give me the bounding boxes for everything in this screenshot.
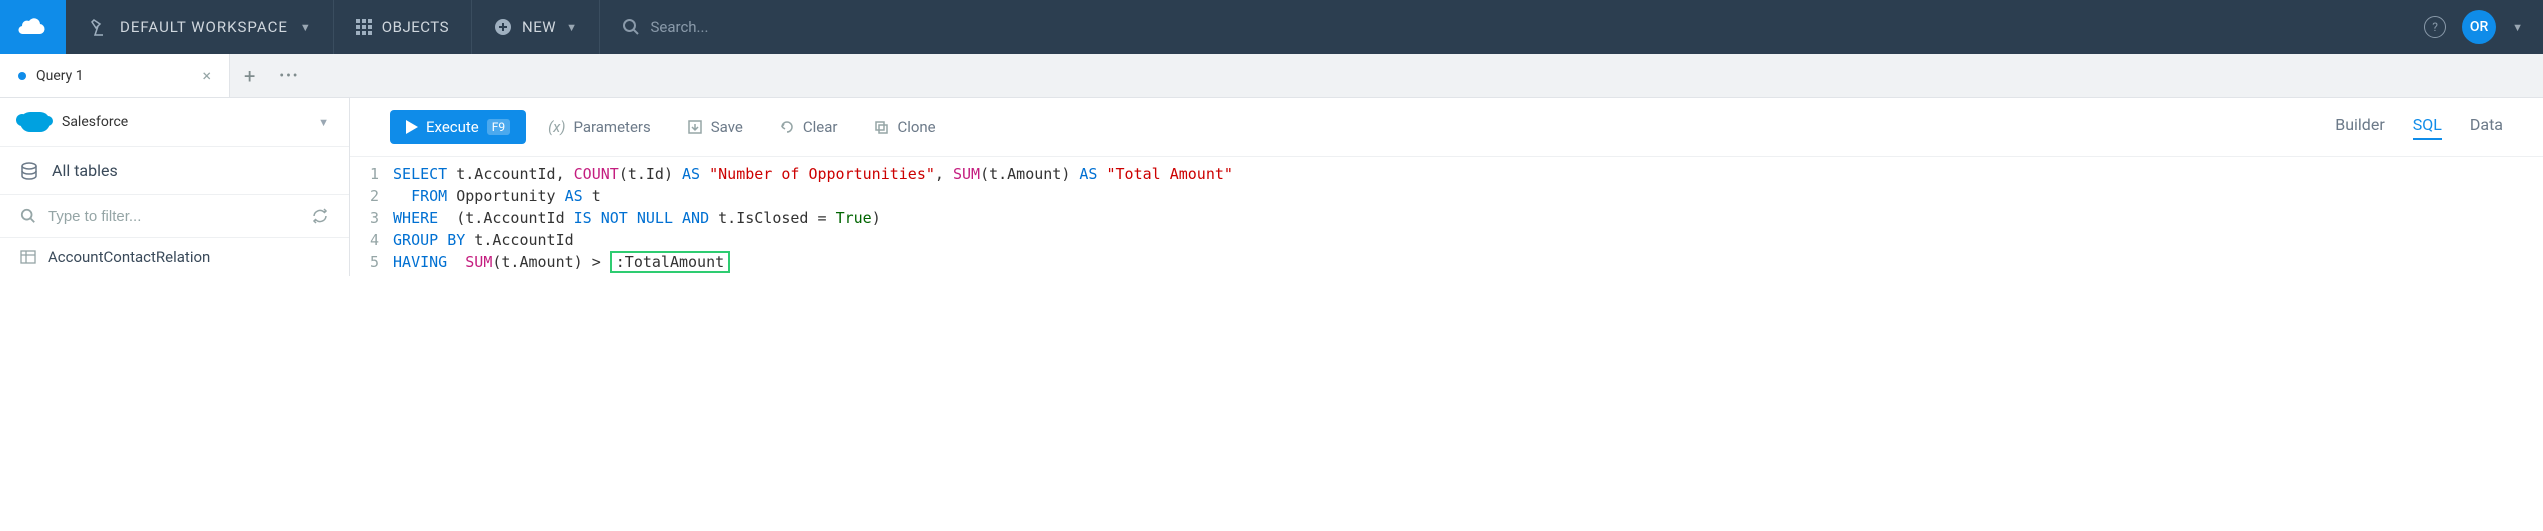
tab-label: Query 1 (36, 68, 84, 84)
table-item[interactable]: AccountContactRelation (0, 238, 349, 276)
content-area: Execute F9 (x) Parameters Save Clear (350, 98, 2543, 276)
refresh-icon[interactable] (311, 207, 329, 225)
sidebar: Salesforce ▼ All tables (0, 98, 350, 276)
table-icon (20, 249, 36, 265)
save-icon (687, 119, 703, 135)
sql-editor[interactable]: 1 2 3 4 5 SELECT t.AccountId, COUNT(t.Id… (350, 157, 2543, 273)
plus-circle-icon (494, 18, 512, 36)
dirty-indicator-icon (18, 72, 26, 80)
query-tab[interactable]: Query 1 × (0, 54, 230, 97)
line-gutter: 1 2 3 4 5 (350, 163, 393, 273)
clone-icon (873, 119, 889, 135)
chevron-down-icon: ▼ (318, 116, 329, 129)
lamp-icon (88, 17, 108, 37)
salesforce-icon (20, 112, 50, 132)
filter-row (0, 195, 349, 238)
workspace-label: DEFAULT WORKSPACE (120, 18, 288, 36)
chevron-down-icon[interactable]: ▼ (2512, 21, 2523, 34)
execute-label: Execute (426, 118, 479, 136)
search-placeholder: Search... (650, 18, 708, 36)
user-avatar[interactable]: OR (2462, 10, 2496, 44)
top-navbar: DEFAULT WORKSPACE ▼ OBJECTS NEW ▼ Search… (0, 0, 2543, 54)
query-toolbar: Execute F9 (x) Parameters Save Clear (350, 98, 2543, 157)
query-parameter[interactable]: :TotalAmount (610, 251, 730, 273)
help-button[interactable]: ? (2424, 16, 2446, 38)
search-icon (622, 18, 640, 36)
connection-label: Salesforce (62, 114, 128, 130)
tab-bar: Query 1 × + ••• (0, 54, 2543, 98)
grid-icon (356, 19, 372, 35)
connection-selector[interactable]: Salesforce ▼ (0, 98, 349, 147)
new-button[interactable]: NEW ▼ (472, 0, 600, 54)
mode-data[interactable]: Data (2470, 115, 2503, 140)
tab-more-button[interactable]: ••• (269, 68, 309, 84)
mode-builder[interactable]: Builder (2335, 115, 2385, 140)
save-button[interactable]: Save (673, 110, 757, 144)
app-logo[interactable] (0, 0, 66, 54)
clear-button[interactable]: Clear (765, 110, 852, 144)
table-label: AccountContactRelation (48, 248, 210, 266)
database-icon (20, 162, 38, 180)
add-tab-button[interactable]: + (230, 64, 269, 88)
close-tab-button[interactable]: × (202, 66, 211, 85)
sql-code[interactable]: SELECT t.AccountId, COUNT(t.Id) AS "Numb… (393, 163, 1233, 273)
parameters-icon: (x) (548, 118, 565, 136)
parameters-button[interactable]: (x) Parameters (534, 110, 665, 144)
chevron-down-icon: ▼ (300, 21, 311, 34)
topbar-right: ? OR ▼ (2404, 10, 2543, 44)
cloud-icon (18, 16, 48, 38)
play-icon (406, 120, 418, 134)
search-icon (20, 208, 36, 224)
new-label: NEW (522, 18, 556, 36)
global-search[interactable]: Search... (600, 18, 2404, 36)
mode-sql[interactable]: SQL (2413, 115, 2442, 140)
all-tables-item[interactable]: All tables (0, 147, 349, 195)
view-mode-switch: Builder SQL Data (2335, 115, 2503, 140)
all-tables-label: All tables (52, 161, 118, 180)
main-area: Salesforce ▼ All tables (0, 98, 2543, 276)
chevron-down-icon: ▼ (566, 21, 577, 34)
undo-icon (779, 119, 795, 135)
workspace-selector[interactable]: DEFAULT WORKSPACE ▼ (66, 0, 334, 54)
filter-input[interactable] (48, 208, 311, 225)
clone-button[interactable]: Clone (859, 110, 949, 144)
execute-hotkey: F9 (487, 119, 510, 135)
execute-button[interactable]: Execute F9 (390, 110, 526, 144)
objects-button[interactable]: OBJECTS (334, 0, 472, 54)
objects-label: OBJECTS (382, 18, 449, 36)
